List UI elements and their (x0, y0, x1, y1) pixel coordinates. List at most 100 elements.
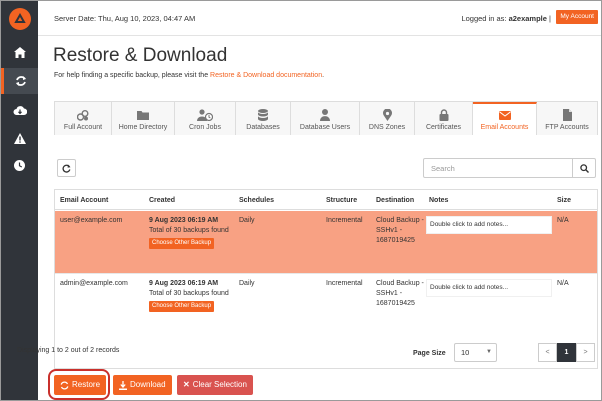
chevron-down-icon: ▼ (486, 349, 492, 355)
tab-email-accounts[interactable]: Email Accounts (473, 102, 537, 135)
destination: Cloud Backup - SSHv1 - 1687019425 (376, 217, 424, 244)
next-page-button[interactable]: > (576, 343, 595, 362)
tab-label: FTP Accounts (545, 124, 589, 131)
files-icon (77, 109, 89, 121)
download-label: Download (130, 380, 166, 389)
tab-home-directory[interactable]: Home Directory (112, 102, 175, 135)
restore-button[interactable]: Restore (54, 375, 107, 395)
column-header: Structure (326, 197, 358, 204)
tab-dns-zones[interactable]: DNS Zones (360, 102, 415, 135)
column-header: Size (557, 197, 572, 204)
help-suffix: . (322, 72, 325, 79)
prev-page-button[interactable]: < (538, 343, 557, 362)
refresh-icon (60, 381, 69, 389)
tab-label: Home Directory (118, 124, 168, 131)
cloud-download-icon (13, 105, 27, 115)
tab-cron-jobs[interactable]: Cron Jobs (175, 102, 236, 135)
email-account: admin@example.com (60, 280, 128, 287)
sidebar-item-backups[interactable] (1, 68, 38, 94)
envelope-icon (498, 109, 511, 121)
username: a2example (508, 14, 547, 23)
page-size-label: Page Size (413, 350, 446, 357)
schedule: Daily (239, 217, 255, 224)
structure: Incremental (326, 217, 363, 224)
refresh-icon (62, 164, 71, 173)
table-row[interactable]: user@example.com 9 Aug 2023 06:19 AM Tot… (55, 211, 597, 273)
a2-logo-icon (8, 8, 31, 30)
tab-label: Database Users (299, 124, 351, 131)
backup-count: Total of 30 backups found (149, 290, 229, 297)
tab-databases[interactable]: Databases (236, 102, 291, 135)
file-icon (562, 109, 572, 121)
backup-count: Total of 30 backups found (149, 227, 229, 234)
folder-icon (137, 109, 149, 121)
map-pin-icon (382, 109, 392, 121)
main-content: Restore & Download For help finding a sp… (38, 37, 601, 400)
server-date: Server Date: Thu, Aug 10, 2023, 04:47 AM (54, 14, 196, 23)
lock-icon (439, 109, 449, 121)
documentation-link[interactable]: Restore & Download documentation (210, 72, 322, 79)
sidebar-item-schedule[interactable] (1, 152, 38, 178)
backup-type-tabs: Full Account Home Directory Cron Jobs Da… (54, 101, 598, 135)
notes-field[interactable]: Double click to add notes... (426, 279, 552, 297)
download-icon (119, 380, 127, 390)
column-header: Schedules (239, 197, 275, 204)
structure: Incremental (326, 280, 363, 287)
page-size-select[interactable]: 10 ▼ (454, 343, 497, 362)
tab-label: Email Accounts (480, 124, 529, 131)
logo[interactable] (1, 1, 38, 37)
search-input[interactable] (423, 158, 573, 178)
tab-label: Databases (246, 124, 280, 131)
download-button[interactable]: Download (113, 375, 172, 395)
page-title: Restore & Download (53, 45, 228, 66)
logged-in-prefix: Logged in as: (461, 14, 509, 23)
created-date: 9 Aug 2023 06:19 AM (149, 217, 219, 224)
email-account: user@example.com (60, 217, 123, 224)
sidebar-item-alerts[interactable] (1, 125, 38, 151)
sidebar-item-home[interactable] (1, 39, 38, 65)
tab-certificates[interactable]: Certificates (415, 102, 473, 135)
column-header: Notes (429, 197, 449, 204)
choose-other-backup-button[interactable]: Choose Other Backup (149, 301, 215, 312)
clear-selection-label: Clear Selection (192, 380, 247, 389)
app-window: Server Date: Thu, Aug 10, 2023, 04:47 AM… (0, 0, 602, 401)
tab-database-users[interactable]: Database Users (291, 102, 360, 135)
created-date: 9 Aug 2023 06:19 AM (149, 280, 219, 287)
close-icon: ✕ (183, 380, 190, 389)
warning-icon (13, 132, 26, 144)
separator: | (549, 14, 551, 23)
clear-selection-button[interactable]: ✕ Clear Selection (177, 375, 253, 395)
topbar: Server Date: Thu, Aug 10, 2023, 04:47 AM… (38, 1, 601, 36)
column-header: Email Account (60, 197, 109, 204)
notes-field[interactable]: Double click to add notes... (426, 216, 552, 234)
table-header: Email Account Created Schedules Structur… (55, 190, 597, 210)
search-button[interactable] (572, 158, 596, 178)
help-prefix: For help finding a specific backup, plea… (54, 72, 211, 79)
page-1-button[interactable]: 1 (557, 343, 576, 362)
sidebar-item-download[interactable] (1, 97, 38, 123)
refresh-icon (16, 76, 26, 86)
tab-ftp-accounts[interactable]: FTP Accounts (537, 102, 597, 135)
my-account-button[interactable]: My Account (556, 10, 598, 24)
table-row[interactable]: admin@example.com 9 Aug 2023 06:19 AM To… (55, 273, 597, 335)
database-icon (258, 109, 268, 121)
size: N/A (557, 280, 569, 287)
destination: Cloud Backup - SSHv1 - 1687019425 (376, 280, 424, 307)
tab-full-account[interactable]: Full Account (55, 102, 112, 135)
page-size-value: 10 (461, 348, 470, 357)
column-header: Created (149, 197, 176, 204)
tab-label: DNS Zones (368, 124, 406, 131)
refresh-button[interactable] (57, 159, 76, 177)
choose-other-backup-button[interactable]: Choose Other Backup (149, 238, 215, 249)
created-cell: 9 Aug 2023 06:19 AM Total of 30 backups … (149, 216, 235, 249)
search-icon (579, 163, 589, 173)
cron-icon (197, 109, 213, 121)
restore-label: Restore (72, 380, 101, 389)
tab-label: Full Account (63, 124, 103, 131)
column-header: Destination (376, 197, 415, 204)
logged-in-info: Logged in as: a2example | (461, 14, 551, 23)
size: N/A (557, 217, 569, 224)
clock-icon (14, 159, 25, 171)
help-text: For help finding a specific backup, plea… (54, 72, 324, 79)
sidebar (1, 1, 38, 400)
